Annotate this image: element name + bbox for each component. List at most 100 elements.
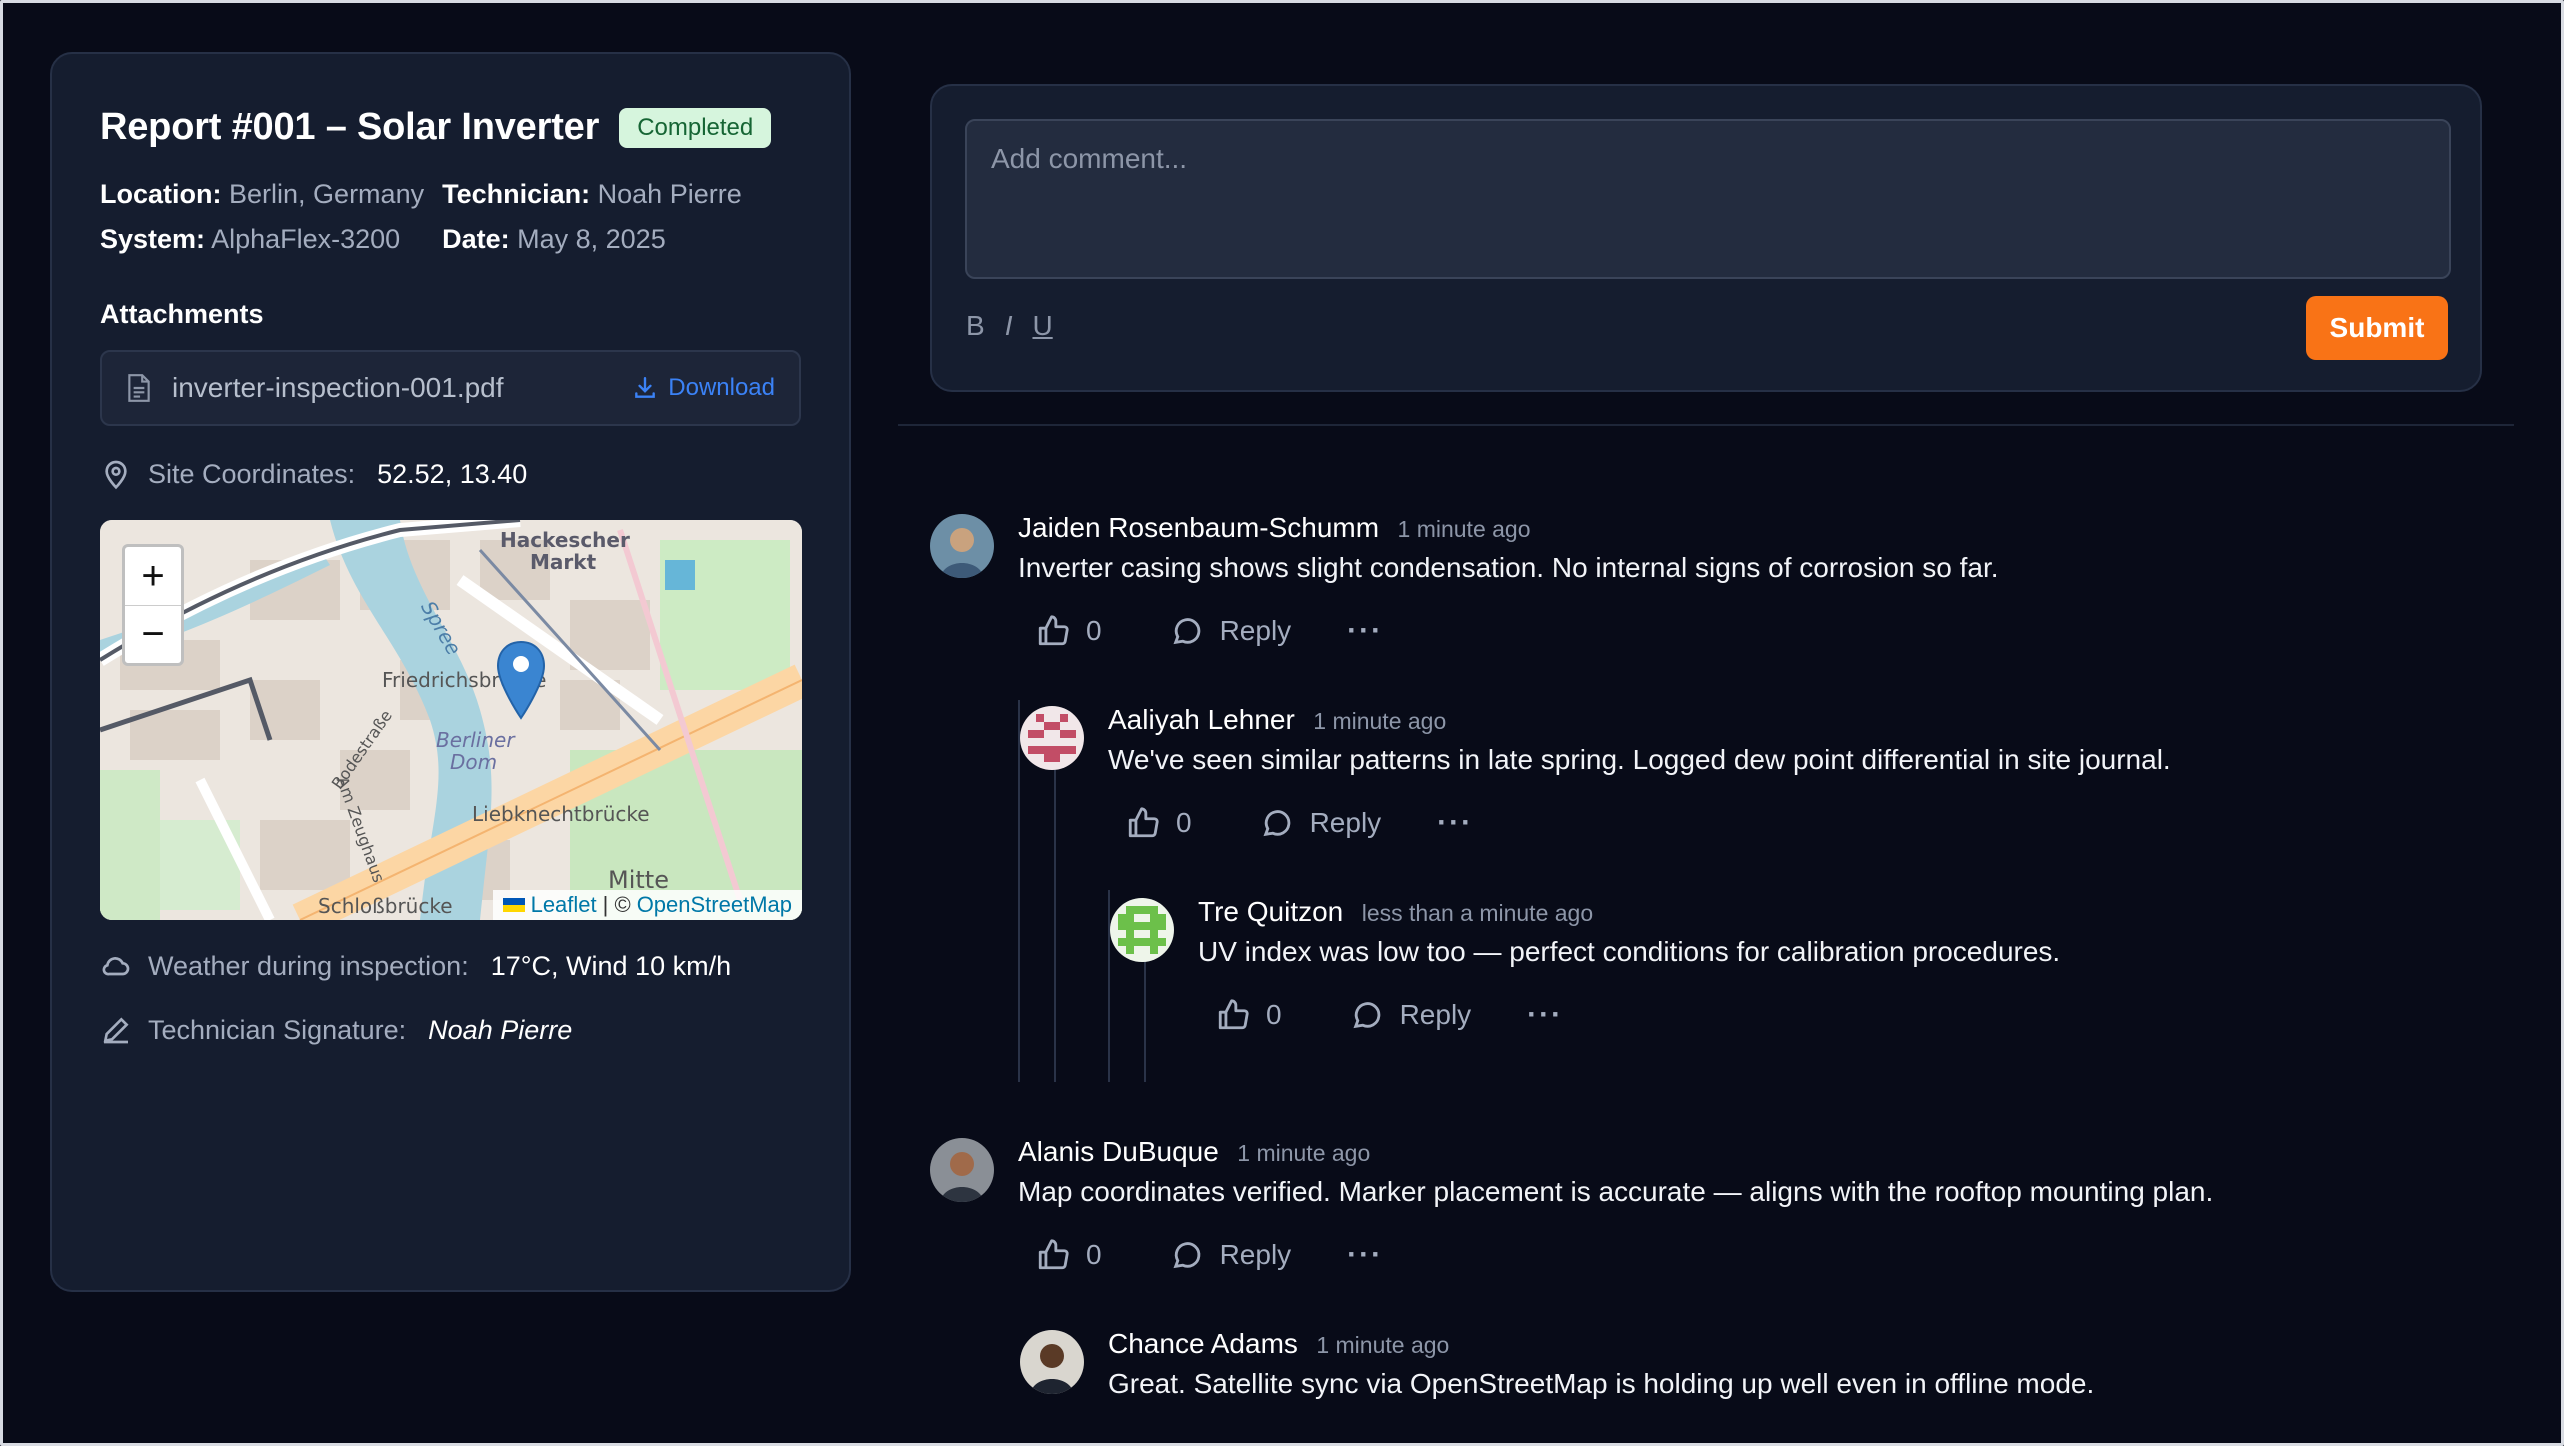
map-marker-icon[interactable] <box>496 640 546 720</box>
comment-actions: 0 Reply ··· <box>1036 1238 1383 1272</box>
comment-time: 1 minute ago <box>1313 708 1447 734</box>
map-attribution: Leaflet | © OpenStreetMap <box>492 890 802 920</box>
comment-author[interactable]: Alanis DuBuque <box>1018 1136 1219 1167</box>
reply-button[interactable]: Reply <box>1260 806 1382 840</box>
comment-author[interactable]: Jaiden Rosenbaum-Schumm <box>1018 512 1379 543</box>
like-count: 0 <box>1266 999 1282 1030</box>
technician-value: Noah Pierre <box>597 179 742 209</box>
comment-actions: 0 Reply ··· <box>1126 806 1473 840</box>
more-options-button[interactable]: ··· <box>1347 614 1383 648</box>
weather-value: 17°C, Wind 10 km/h <box>490 950 732 981</box>
report-card: Report #001 – Solar Inverter Completed L… <box>50 52 851 1292</box>
report-header: Report #001 – Solar Inverter Completed <box>100 106 801 149</box>
avatar[interactable] <box>930 1138 994 1202</box>
zoom-in-button[interactable]: + <box>125 547 181 605</box>
bold-button[interactable]: B <box>966 310 985 342</box>
attachment-name: inverter-inspection-001.pdf <box>172 372 504 403</box>
thumbs-up-icon <box>1038 1239 1069 1270</box>
thumbs-up-icon <box>1128 807 1159 838</box>
date-value: May 8, 2025 <box>517 224 666 254</box>
thumbs-up-icon <box>1218 999 1249 1030</box>
comment-text: Inverter casing shows slight condensatio… <box>1018 552 1999 583</box>
thread-line <box>1054 770 1056 1082</box>
coordinates-row: Site Coordinates: 52.52, 13.40 <box>100 458 801 490</box>
signature-row: Technician Signature: Noah Pierre <box>100 1014 801 1046</box>
like-button[interactable]: 0 <box>1036 614 1102 648</box>
date-label: Date: <box>442 224 510 254</box>
reply-button[interactable]: Reply <box>1350 998 1472 1032</box>
speech-bubble-icon <box>1263 810 1290 837</box>
avatar[interactable] <box>1020 706 1084 770</box>
comment-author[interactable]: Tre Quitzon <box>1198 896 1343 927</box>
reply-label: Reply <box>1399 999 1472 1030</box>
like-button[interactable]: 0 <box>1036 1238 1102 1272</box>
like-count: 0 <box>1086 1239 1102 1270</box>
download-label: Download <box>668 374 775 401</box>
meta-system: System: AlphaFlex-3200 <box>100 224 424 255</box>
comment-author[interactable]: Aaliyah Lehner <box>1108 704 1295 735</box>
signature-label: Technician Signature: <box>148 1014 407 1045</box>
avatar[interactable] <box>1110 898 1174 962</box>
speech-bubble-icon <box>1353 1002 1380 1029</box>
map-label-dom: Dom <box>450 750 498 774</box>
comment-header: Jaiden Rosenbaum-Schumm 1 minute ago <box>1018 512 1531 544</box>
osm-link[interactable]: OpenStreetMap <box>637 892 792 918</box>
comments-divider <box>898 424 2514 426</box>
download-button[interactable]: Download <box>632 374 775 402</box>
location-value: Berlin, Germany <box>229 179 425 209</box>
map-label-markt: Markt <box>530 550 597 574</box>
attachment-item: inverter-inspection-001.pdf Download <box>100 350 801 426</box>
comment-time: less than a minute ago <box>1361 900 1594 926</box>
meta-date: Date: May 8, 2025 <box>442 224 742 255</box>
more-options-button[interactable]: ··· <box>1347 1238 1383 1272</box>
comment-time: 1 minute ago <box>1316 1332 1450 1358</box>
comment-actions: 0 Reply ··· <box>1216 998 1563 1032</box>
reply-label: Reply <box>1219 1239 1292 1270</box>
attribution-separator: | © <box>602 892 631 917</box>
report-meta: Location: Berlin, Germany Technician: No… <box>100 179 801 255</box>
signature-value: Noah Pierre <box>428 1014 573 1045</box>
map-pin-icon <box>105 460 127 490</box>
download-icon <box>635 377 656 398</box>
avatar[interactable] <box>930 514 994 578</box>
reply-button[interactable]: Reply <box>1170 614 1291 648</box>
like-button[interactable]: 0 <box>1216 998 1282 1032</box>
submit-button[interactable]: Submit <box>2306 296 2448 360</box>
like-count: 0 <box>1176 807 1192 838</box>
meta-technician: Technician: Noah Pierre <box>442 179 742 210</box>
thread-line <box>1144 960 1146 1082</box>
file-icon <box>128 374 150 402</box>
avatar[interactable] <box>1020 1330 1084 1394</box>
meta-location: Location: Berlin, Germany <box>100 179 424 210</box>
cloud-icon <box>102 957 130 976</box>
more-options-button[interactable]: ··· <box>1437 806 1473 840</box>
attachments-heading: Attachments <box>100 299 264 329</box>
map-label-liebknecht: Liebknechtbrücke <box>472 802 650 826</box>
comment-header: Tre Quitzon less than a minute ago <box>1198 896 1593 928</box>
map-tiles <box>100 520 802 920</box>
leaflet-link[interactable]: Leaflet <box>531 892 597 918</box>
site-map[interactable]: Hackescher Markt Friedrichsbrücke Berlin… <box>100 520 802 920</box>
system-value: AlphaFlex-3200 <box>211 224 401 254</box>
comment-input[interactable] <box>965 119 2451 279</box>
reply-button[interactable]: Reply <box>1170 1238 1292 1272</box>
comment-text: Map coordinates verified. Marker placeme… <box>1018 1176 2214 1207</box>
underline-button[interactable]: U <box>1032 310 1052 342</box>
comment-author[interactable]: Chance Adams <box>1108 1328 1298 1359</box>
zoom-controls: + − <box>122 544 184 666</box>
like-button[interactable]: 0 <box>1126 806 1192 840</box>
technician-label: Technician: <box>442 179 591 209</box>
comment-time: 1 minute ago <box>1237 1140 1371 1166</box>
reply-label: Reply <box>1309 807 1382 838</box>
comment-header: Alanis DuBuque 1 minute ago <box>1018 1136 1370 1168</box>
status-badge: Completed <box>619 107 772 148</box>
thumbs-up-icon <box>1038 615 1069 646</box>
italic-button[interactable]: I <box>1005 310 1013 342</box>
zoom-out-button[interactable]: − <box>125 605 181 663</box>
thread-line <box>1108 890 1110 1082</box>
more-options-button[interactable]: ··· <box>1527 998 1563 1032</box>
coordinates-value: 52.52, 13.40 <box>377 458 528 489</box>
speech-bubble-icon <box>1173 618 1200 645</box>
location-label: Location: <box>100 179 222 209</box>
weather-row: Weather during inspection: 17°C, Wind 10… <box>100 950 801 982</box>
